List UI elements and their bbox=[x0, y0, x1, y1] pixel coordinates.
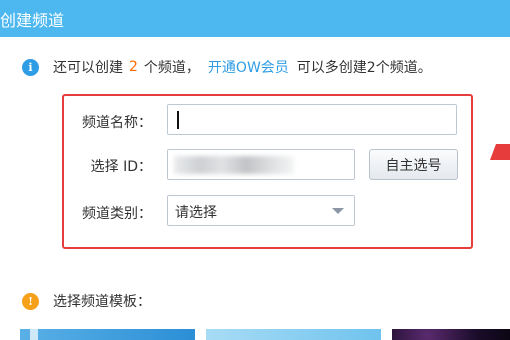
red-arrow-icon bbox=[490, 144, 510, 160]
warning-icon: ! bbox=[22, 292, 39, 310]
pick-id-button[interactable]: 自主选号 bbox=[369, 149, 458, 180]
template-thumbnail-3[interactable] bbox=[392, 329, 510, 340]
quota-count: 2 bbox=[129, 59, 138, 75]
channel-category-label: 频道类别： bbox=[82, 206, 152, 222]
template-label: 选择频道模板： bbox=[53, 294, 151, 310]
quota-tail: 可以多创建2个频道。 bbox=[296, 60, 432, 76]
channel-name-input[interactable] bbox=[167, 104, 457, 135]
text-caret bbox=[177, 111, 179, 129]
channel-id-label: 选择 ID： bbox=[90, 159, 152, 175]
thumbnail-marker bbox=[30, 329, 38, 340]
chevron-down-icon bbox=[332, 208, 344, 214]
template-thumbnail-2[interactable] bbox=[206, 329, 381, 340]
window-title: 创建频道 bbox=[0, 11, 65, 30]
open-vip-link[interactable]: 开通OW会员 bbox=[208, 57, 289, 77]
channel-category-select[interactable]: 请选择 bbox=[167, 195, 355, 226]
template-thumbnail-1[interactable] bbox=[20, 329, 195, 340]
category-selected-value: 请选择 bbox=[175, 205, 217, 221]
channel-name-label: 频道名称： bbox=[82, 115, 152, 131]
title-bar: 创建频道 bbox=[0, 0, 510, 37]
quota-prefix: 还可以创建 bbox=[53, 60, 123, 76]
info-icon: i bbox=[22, 58, 39, 76]
channel-id-input[interactable] bbox=[167, 149, 355, 180]
channel-quota-notice: i 还可以创建 2 个频道， 开通OW会员 可以多创建2个频道。 bbox=[22, 57, 432, 77]
quota-suffix: 个频道， bbox=[143, 60, 200, 76]
blurred-id-value bbox=[174, 156, 294, 174]
template-section-header: ! 选择频道模板： bbox=[22, 291, 151, 311]
